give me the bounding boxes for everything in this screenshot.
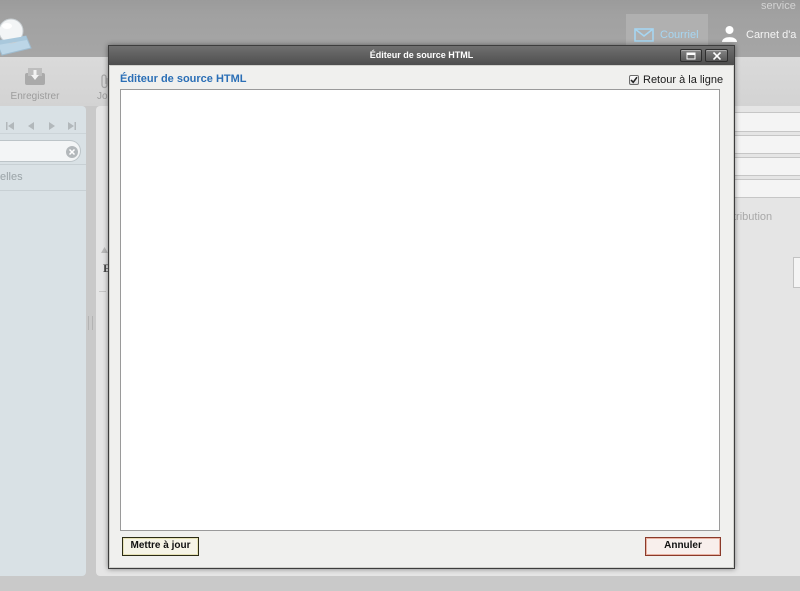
html-source-textarea[interactable] — [120, 89, 720, 531]
save-icon — [24, 67, 46, 86]
list-item[interactable]: elles — [0, 164, 86, 191]
sidebar: elles — [0, 106, 86, 576]
dialog-titlebar[interactable]: Éditeur de source HTML — [109, 46, 734, 65]
username: service — [761, 0, 796, 12]
html-source-dialog: Éditeur de source HTML Éditeur de source… — [108, 45, 735, 569]
wrap-label[interactable]: Retour à la ligne — [643, 73, 723, 87]
logo — [0, 15, 33, 57]
dialog-title: Éditeur de source HTML — [369, 50, 474, 60]
dialog-heading: Éditeur de source HTML — [120, 73, 247, 85]
search-box — [0, 140, 81, 162]
pagination — [0, 106, 86, 134]
envelope-icon — [634, 28, 654, 42]
list-item-label: elles — [0, 171, 23, 183]
editor-toolbar-arrow-icon[interactable] — [101, 240, 108, 253]
save-label: Enregistrer — [10, 91, 60, 102]
save-button[interactable]: Enregistrer — [6, 63, 64, 103]
wrap-checkbox[interactable] — [629, 75, 639, 85]
side-box — [793, 257, 800, 288]
panel-splitter[interactable] — [88, 316, 93, 330]
field-label[interactable]: tribution — [733, 211, 772, 224]
attach-label: Jo — [97, 91, 108, 102]
screen: service Courriel Carnet d'a Enregistrer … — [0, 0, 800, 591]
update-button[interactable]: Mettre à jour — [122, 537, 199, 556]
tab-mail-label: Courriel — [660, 29, 699, 41]
tab-contacts-label: Carnet d'a — [746, 29, 797, 41]
divider — [99, 291, 106, 292]
dialog-body: Éditeur de source HTML Retour à la ligne… — [109, 65, 734, 568]
first-page-icon[interactable] — [6, 117, 14, 130]
person-icon — [721, 25, 738, 42]
clear-search-icon[interactable] — [66, 145, 78, 158]
last-page-icon[interactable] — [68, 117, 76, 130]
next-page-icon[interactable] — [48, 117, 56, 130]
cancel-button[interactable]: Annuler — [645, 537, 721, 556]
maximize-button[interactable] — [680, 49, 702, 62]
prev-page-icon[interactable] — [28, 117, 36, 130]
close-button[interactable] — [705, 49, 728, 62]
